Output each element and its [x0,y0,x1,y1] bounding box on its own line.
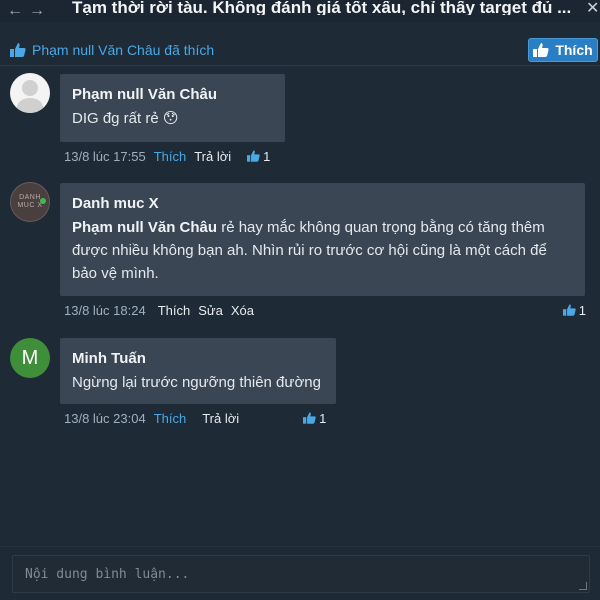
comment-bubble: Danh muc X Phạm null Văn Châu rẻ hay mắc… [60,183,585,296]
like-button-label: Thích [555,42,593,58]
comment-meta: 13/8 lúc 18:24 Thích Sửa Xóa 1 [64,301,586,319]
comment-bubble: Phạm null Văn Châu DIG đg rất rẻ 😯 [60,74,285,142]
avatar[interactable]: DANH MUC X [10,182,50,222]
comment-delete-link[interactable]: Xóa [231,303,254,318]
comment-like-link[interactable]: Thích [154,411,187,426]
comment-like-count[interactable]: 1 [562,302,586,318]
avatar[interactable] [10,73,50,113]
comment-edit-link[interactable]: Sửa [198,303,223,318]
comment-meta: 13/8 lúc 17:55 Thích Trả lời 1 [64,147,270,165]
thumbs-up-icon [247,150,260,162]
comment-text: Phạm null Văn Châu rẻ hay mắc không quan… [72,216,573,285]
default-user-icon [16,80,44,113]
comment-author[interactable]: Minh Tuấn [72,350,324,367]
comment-reply-link[interactable]: Trả lời [194,149,231,164]
mention-link[interactable]: Phạm null Văn Châu [72,219,217,236]
comment-bubble: Minh Tuấn Ngừng lại trước ngưỡng thiên đ… [60,338,336,404]
comment-reply-link[interactable]: Trả lời [202,411,239,426]
arrow-right-icon[interactable]: → [26,3,48,19]
thumbs-up-icon [303,412,316,424]
online-status-dot [40,198,46,204]
like-count-value: 1 [263,148,271,164]
comment-composer [12,555,590,593]
likes-summary: Phạm null Văn Châu đã thích Thích [0,36,600,64]
comment-time[interactable]: 13/8 lúc 17:55 [64,149,146,164]
comment-text: Ngừng lại trước ngưỡng thiên đường [72,374,321,391]
divider [0,546,600,547]
like-count-value: 1 [578,302,586,318]
comment-time[interactable]: 13/8 lúc 18:24 [64,303,146,318]
comment-like-link[interactable]: Thích [158,303,191,318]
resize-handle-icon[interactable] [579,582,587,590]
comment-meta: 13/8 lúc 23:04 Thích Trả lời 1 [64,409,326,427]
title-bar: ← → Tạm thời rời tàu. Không đánh giá tốt… [0,0,600,22]
comment-input[interactable] [13,556,589,592]
comment-author[interactable]: Danh muc X [72,195,573,212]
close-icon[interactable]: ✕ [586,1,599,17]
thumbs-up-icon [533,43,549,57]
like-button[interactable]: Thích [528,38,598,62]
divider [0,65,600,66]
arrow-left-icon[interactable]: ← [4,3,26,19]
comment-text: DIG đg rất rẻ 😯 [72,110,179,127]
comment-like-count[interactable]: 1 [247,149,270,164]
thumbs-up-icon [10,43,26,57]
post-title: Tạm thời rời tàu. Không đánh giá tốt xấu… [72,1,572,15]
liked-by-text[interactable]: Phạm null Văn Châu đã thích [32,42,214,58]
avatar[interactable]: M [10,338,50,378]
like-count-value: 1 [319,410,327,426]
thumbs-up-icon [562,304,576,316]
comment-author[interactable]: Phạm null Văn Châu [72,86,273,103]
comment-like-count[interactable]: 1 [303,411,326,426]
avatar-letter: M [21,346,39,369]
comment-time[interactable]: 13/8 lúc 23:04 [64,411,146,426]
comment-like-link[interactable]: Thích [154,149,187,164]
